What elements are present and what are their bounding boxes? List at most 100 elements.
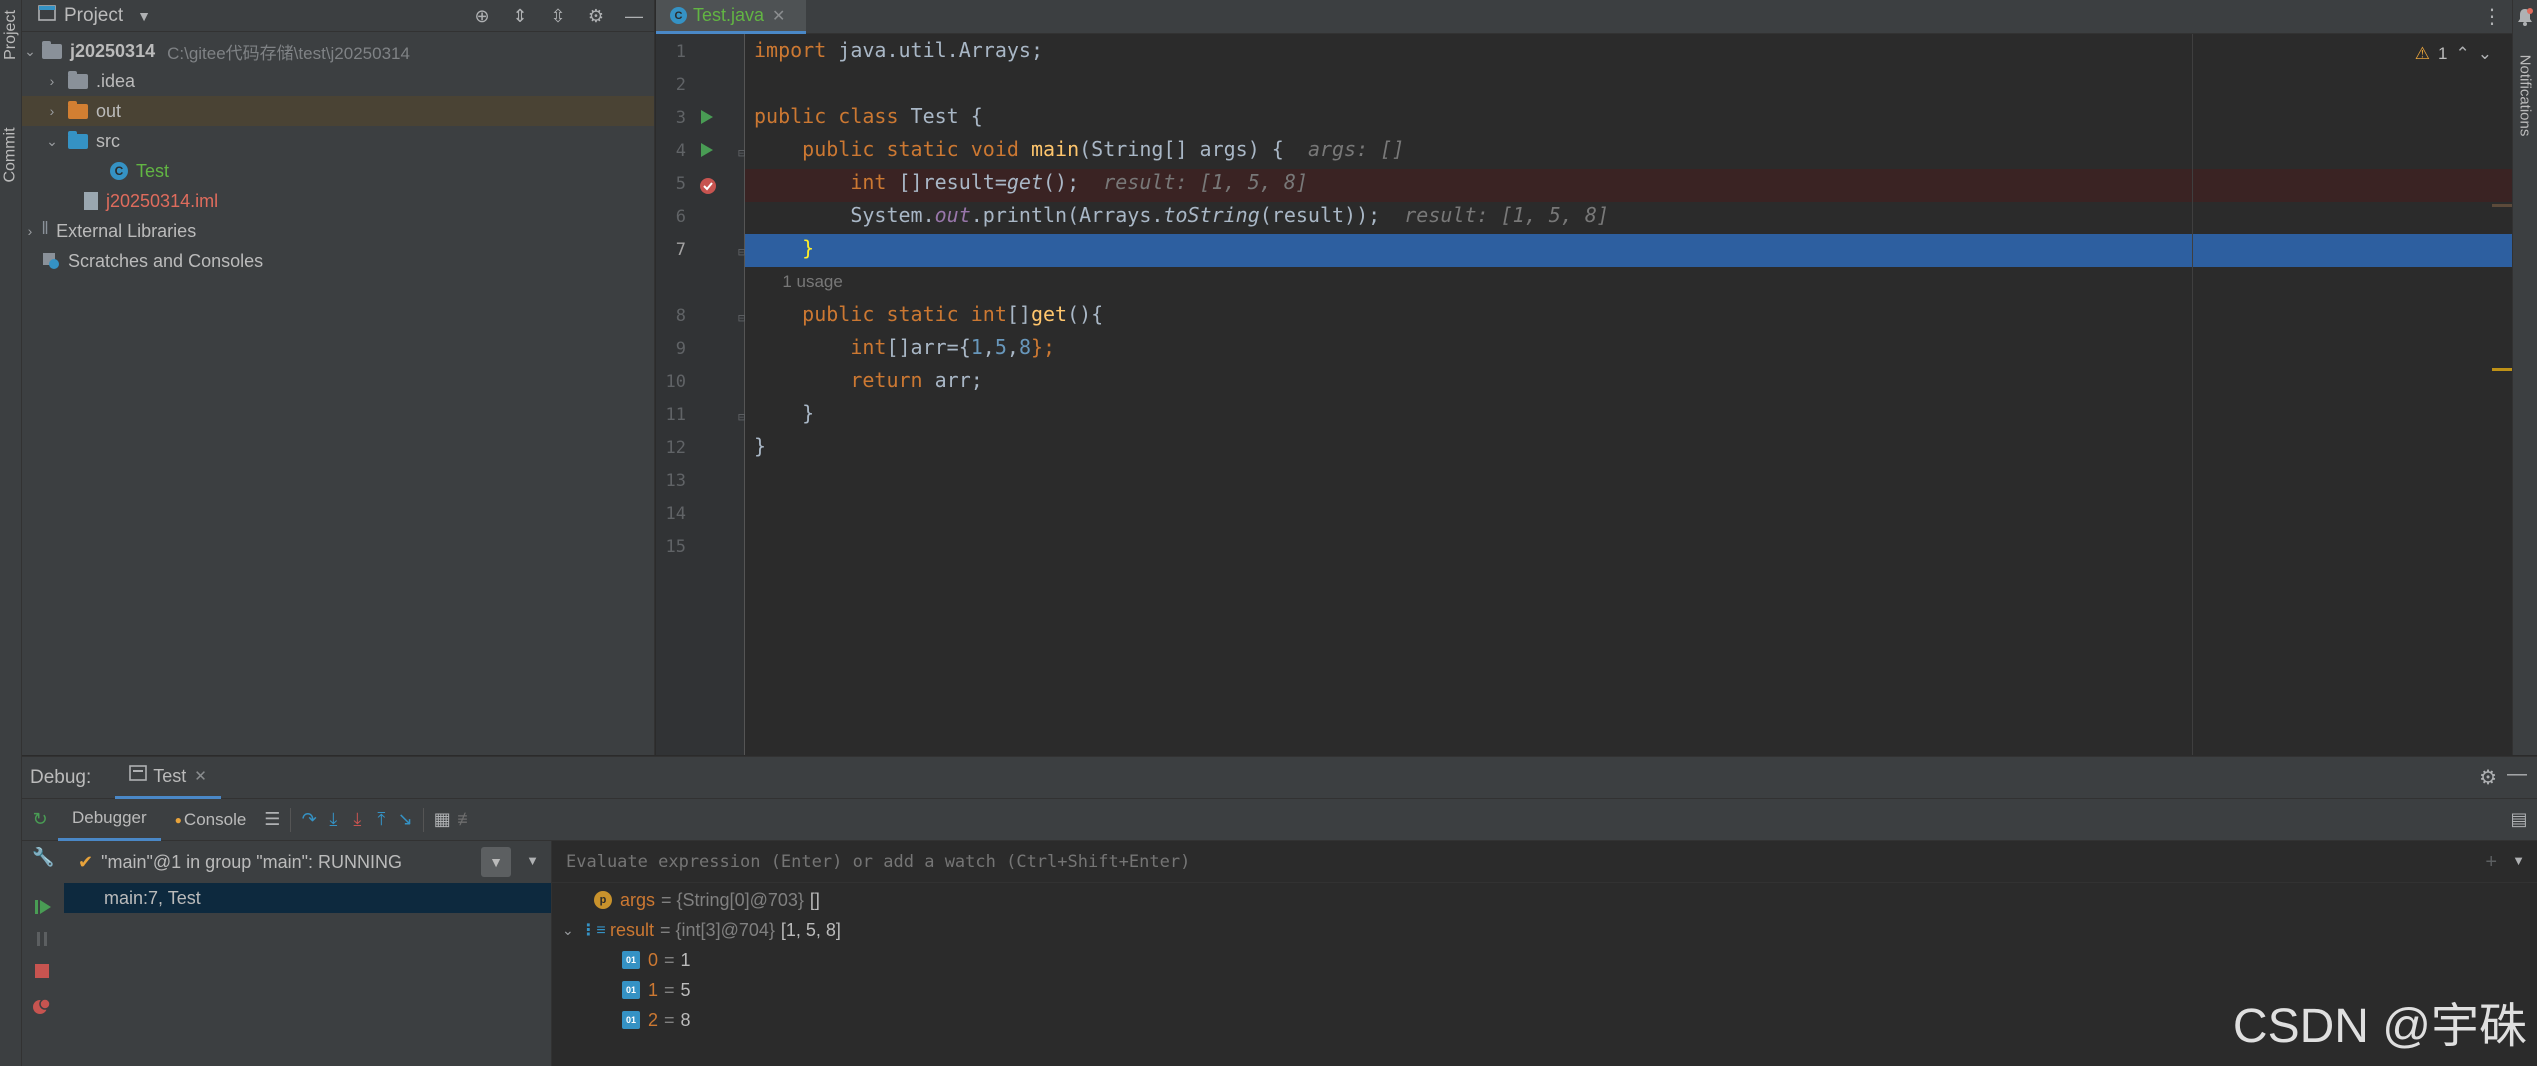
line-number: 3 [675,108,686,128]
step-into-icon[interactable]: ⤓ [321,808,345,832]
close-icon[interactable]: ✕ [772,6,785,26]
run-icon[interactable] [700,141,714,163]
fold-icon[interactable]: ⊟ [738,410,745,424]
threads-menu-icon[interactable]: ☰ [260,808,284,832]
tab-test-java[interactable]: C Test.java ✕ [656,0,806,34]
evaluate-expression-input[interactable] [566,851,2366,872]
evaluate-expression-icon[interactable]: ▦ [430,808,454,832]
usage-hint[interactable]: 1 usage [754,265,843,298]
commit-tool-tab[interactable]: Commit [0,110,22,200]
tree-item-src[interactable]: ⌄ src [22,126,654,156]
parameter-icon: p [594,891,612,909]
pause-icon[interactable] [34,931,50,953]
line-number: 14 [665,504,686,524]
fold-icon[interactable]: ⊟ [738,245,745,259]
run-config-icon [129,765,148,787]
chevron-down-icon[interactable]: ⌄ [2478,44,2492,64]
rerun-icon[interactable]: ↻ [28,808,52,832]
project-panel-title: Project [64,4,124,26]
locate-icon[interactable]: ⊕ [470,4,494,28]
trace-stream-icon[interactable]: ≢ [454,808,478,832]
project-tool-tab[interactable]: Project [0,0,22,70]
stack-frame-item[interactable]: main:7, Test [64,883,551,913]
tree-item-idea[interactable]: › .idea [22,66,654,96]
code-line-5: int []result=get(); result: [1, 5, 8] [850,170,1308,194]
tree-item-project-root[interactable]: ⌄ j20250314 C:\gitee代码存储\test\j20250314 [22,36,654,66]
chevron-down-icon[interactable]: ▼ [526,853,539,868]
run-icon[interactable] [700,108,714,130]
stop-icon[interactable] [34,963,50,985]
line-number: 6 [675,207,686,227]
chevron-down-icon[interactable]: ⌄ [22,43,38,60]
chevron-right-icon[interactable]: › [22,223,38,239]
debug-title-bar: Debug: Test ✕ ⚙ — [22,757,2537,799]
tree-item-label: j20250314.iml [106,190,219,211]
tree-item-scratches[interactable]: Scratches and Consoles [22,246,654,276]
minimize-icon[interactable]: — [622,4,646,28]
variable-meta: = {String[0]@703} [661,889,804,910]
breakpoint-icon[interactable] [698,176,718,201]
tab-console-label: Console [183,809,247,829]
variable-row-element[interactable]: 01 1 = 5 [622,975,691,1005]
fold-icon[interactable]: ⊟ [738,146,745,160]
line-number: 13 [665,471,686,491]
expand-all-icon[interactable]: ⇕ [508,4,532,28]
chevron-down-icon[interactable]: ▼ [137,8,151,24]
thread-selector[interactable]: ✔ "main"@1 in group "main": RUNNING ▼ ▼ [64,841,551,883]
line-number: 1 [675,42,686,62]
tree-item-out[interactable]: › out [22,96,654,126]
variable-row-result[interactable]: ⌄ ⋮≡ result = {int[3]@704} [1, 5, 8] [562,915,841,945]
gear-icon[interactable]: ⚙ [2479,765,2497,790]
tree-item-path: C:\gitee代码存储\test\j20250314 [167,43,410,63]
debug-toolbar: ↻ Debugger ● Console ☰ ↷ ⤓ ⤓ ⤒ ↘ ▦ ≢ ▤ [22,799,2537,841]
tree-item-test-class[interactable]: C Test [22,156,654,186]
code-line-11: } [802,401,815,425]
iml-file-icon [84,192,98,210]
debug-session-tab[interactable]: Test ✕ [115,757,221,799]
line-number: 4 [675,141,686,161]
evaluate-bar: + ▼ [552,841,2537,883]
excluded-folder-icon [68,100,88,119]
add-watch-icon[interactable]: + [2485,851,2497,874]
step-over-icon[interactable]: ↷ [297,808,321,832]
fold-icon[interactable]: ⊟ [738,311,745,325]
tree-item-external-libraries[interactable]: › 𝍪 External Libraries [22,216,654,246]
force-step-into-icon[interactable]: ⤓ [345,808,369,832]
close-icon[interactable]: ✕ [194,767,207,785]
notifications-tool-tab[interactable]: Notifications [2514,40,2536,150]
step-out-icon[interactable]: ⤒ [369,808,393,832]
tab-console[interactable]: ● Console [161,799,261,841]
bell-icon[interactable] [2517,8,2533,26]
inspection-widget[interactable]: ⚠ 1 ⌃ ⌄ [2415,44,2492,64]
variable-row-element[interactable]: 01 0 = 1 [622,945,691,975]
variable-value: [1, 5, 8] [780,919,841,940]
scrollbar-marker[interactable] [2492,204,2512,207]
scratches-icon [42,252,60,270]
resume-icon[interactable] [34,899,52,921]
minimize-icon[interactable]: — [2507,763,2527,786]
gear-icon[interactable]: ⚙ [584,4,608,28]
variable-row-args[interactable]: p args = {String[0]@703} [] [594,885,820,915]
chevron-down-icon[interactable]: ⌄ [44,133,60,150]
layout-settings-icon[interactable]: ▤ [2507,808,2531,832]
tree-item-iml[interactable]: j20250314.iml [22,186,654,216]
chevron-right-icon[interactable]: › [44,103,60,119]
chevron-up-icon[interactable]: ⌃ [2456,44,2470,64]
wrench-icon[interactable]: 🔧 [32,847,54,868]
primitive-icon: 01 [622,981,640,999]
chevron-right-icon[interactable]: › [44,73,60,89]
code-editor[interactable]: 1 2 3 4 5 6 7 8 9 10 11 12 13 14 15 ⊟ ⊟ … [656,34,2512,755]
view-breakpoints-icon[interactable] [32,997,52,1021]
tab-debugger[interactable]: Debugger [58,799,161,841]
primitive-icon: 01 [622,951,640,969]
chevron-down-icon[interactable]: ▼ [2512,853,2525,868]
array-icon: ⋮≡ [580,922,606,939]
scrollbar-marker[interactable] [2492,368,2512,371]
run-to-cursor-icon[interactable]: ↘ [393,808,417,832]
collapse-all-icon[interactable]: ⇳ [546,4,570,28]
filter-icon[interactable]: ▼ [481,847,511,877]
tree-item-label: Test [136,160,170,181]
source-folder-icon [68,130,88,149]
variable-row-element[interactable]: 01 2 = 8 [622,1005,691,1035]
more-options-icon[interactable]: ⋮ [2482,4,2502,29]
